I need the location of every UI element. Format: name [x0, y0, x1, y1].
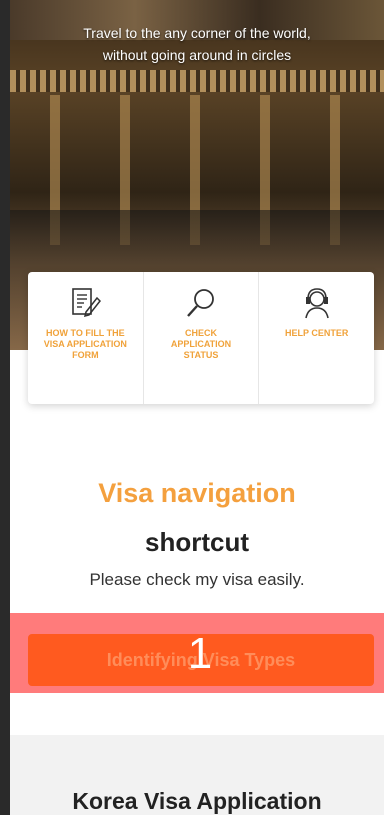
quick-menu-help-center[interactable]: HELP CENTER [259, 272, 374, 404]
annotation-marker: 1 [187, 629, 213, 678]
quick-menu-card: HOW TO FILL THE VISA APPLICATION FORM CH… [28, 272, 374, 404]
headset-agent-icon [304, 288, 329, 319]
form-edit-icon [72, 288, 102, 318]
hero-tagline-line1: Travel to the any corner of the world, [83, 25, 311, 41]
section-title: Visa navigation [98, 478, 296, 508]
magnifier-icon [187, 289, 214, 317]
quick-menu-label: HOW TO FILL THE VISA APPLICATION FORM [43, 328, 127, 360]
quick-menu-label: HELP CENTER [285, 328, 349, 338]
frame-edge [0, 0, 10, 815]
quick-menu-how-to-fill[interactable]: HOW TO FILL THE VISA APPLICATION FORM [28, 272, 144, 404]
quick-menu-label: CHECK APPLICATION STATUS [170, 328, 232, 360]
hero-eave [10, 70, 384, 92]
next-section-title: Korea Visa Application [72, 788, 322, 814]
quick-menu-check-status[interactable]: CHECK APPLICATION STATUS [144, 272, 260, 404]
section-subtitle: Please check my visa easily. [89, 570, 305, 589]
hero-tagline-line2: without going around in circles [102, 47, 292, 63]
section-title-second-line: shortcut [145, 527, 249, 557]
hero-tagline: Travel to the any corner of the world, w… [10, 22, 384, 66]
